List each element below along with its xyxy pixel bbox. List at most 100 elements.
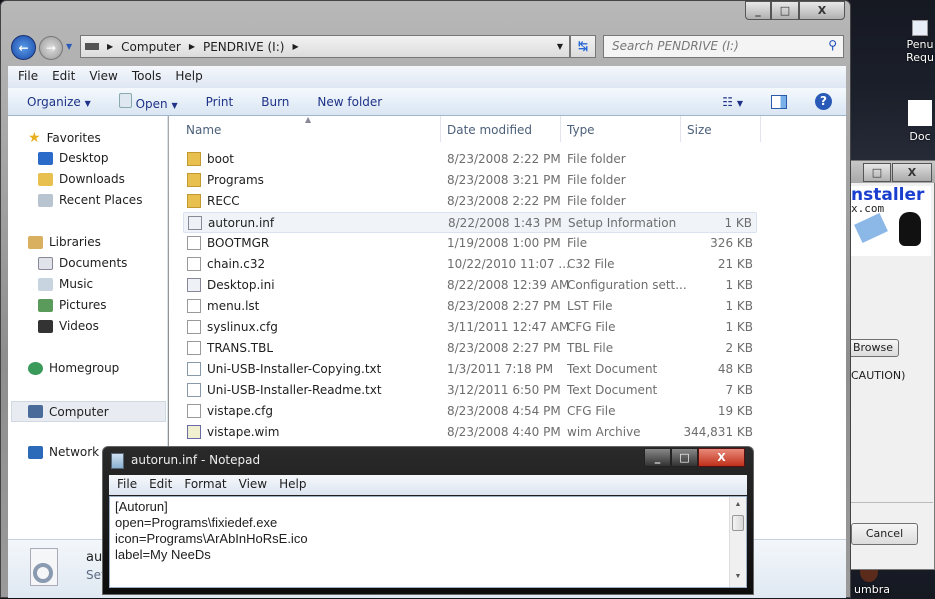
nav-music[interactable]: Music (38, 277, 93, 291)
close-button[interactable]: X (698, 448, 745, 467)
organize-button[interactable]: Organize ▼ (27, 95, 91, 109)
minimize-button[interactable]: _ (644, 448, 671, 467)
desktop-icon-label: umbra (854, 583, 890, 596)
text-editor[interactable]: [Autorun] open=Programs\fixiedef.exe ico… (109, 496, 747, 588)
menu-help[interactable]: Help (279, 477, 306, 493)
column-header-size[interactable]: Size (687, 123, 712, 137)
file-size: 344,831 KB (683, 425, 753, 439)
help-icon[interactable]: ? (815, 93, 832, 110)
maximize-button[interactable]: □ (863, 163, 891, 182)
file-name: Uni-USB-Installer-Copying.txt (207, 362, 382, 376)
nav-documents[interactable]: Documents (38, 256, 127, 270)
address-bar[interactable]: ▶ Computer ▶ PENDRIVE (I:) ▶ ▼ (80, 35, 570, 58)
forward-button[interactable]: → (39, 36, 63, 60)
scrollbar-thumb[interactable] (732, 515, 744, 531)
maximize-button[interactable]: □ (771, 1, 799, 20)
column-divider[interactable] (680, 116, 681, 142)
file-name: vistape.cfg (207, 404, 273, 418)
column-divider[interactable] (760, 116, 761, 142)
back-button[interactable]: ← (11, 35, 36, 60)
file-date: 10/22/2010 11:07 ... (447, 257, 570, 271)
file-date: 3/12/2011 6:50 PM (447, 383, 561, 397)
nav-label: Computer (49, 404, 109, 419)
file-row[interactable]: autorun.inf 8/22/2008 1:43 PM Setup Info… (183, 212, 757, 233)
column-header-name[interactable]: Name (186, 123, 221, 137)
scroll-up-icon[interactable]: ▲ (730, 497, 746, 513)
column-header-date[interactable]: Date modified (447, 123, 532, 137)
close-button[interactable]: X (799, 1, 845, 20)
menu-view[interactable]: View (89, 69, 117, 85)
nav-label: Homegroup (49, 361, 120, 375)
file-name: BOOTMGR (207, 236, 270, 250)
file-size: 326 KB (710, 236, 753, 250)
menu-tools[interactable]: Tools (132, 69, 162, 85)
file-row[interactable]: vistape.wim 8/23/2008 4:40 PM wim Archiv… (183, 422, 757, 443)
menu-view[interactable]: View (239, 477, 267, 493)
file-row[interactable]: Programs 8/23/2008 3:21 PM File folder (183, 170, 757, 191)
refresh-icon[interactable]: ↹ (570, 35, 596, 58)
text-line: label=My NeeDs (115, 547, 211, 562)
open-button[interactable]: Open ▼ (118, 92, 178, 111)
nav-libraries[interactable]: Libraries (28, 235, 101, 249)
file-row[interactable]: menu.lst 8/23/2008 2:27 PM LST File 1 KB (183, 296, 757, 317)
file-date: 8/23/2008 2:22 PM (447, 152, 561, 166)
menu-edit[interactable]: Edit (52, 69, 75, 85)
nav-label: Pictures (59, 298, 107, 312)
file-row[interactable]: syslinux.cfg 3/11/2011 12:47 AM CFG File… (183, 317, 757, 338)
close-button[interactable]: X (892, 163, 932, 182)
desktop-document[interactable]: Doc (905, 100, 935, 143)
burn-button[interactable]: Burn (261, 95, 289, 109)
nav-favorites[interactable]: ★ Favorites (28, 130, 101, 146)
file-row[interactable]: TRANS.TBL 8/23/2008 2:27 PM TBL File 2 K… (183, 338, 757, 359)
file-row[interactable]: BOOTMGR 1/19/2008 1:00 PM File 326 KB (183, 233, 757, 254)
nav-desktop[interactable]: Desktop (38, 151, 109, 165)
print-button[interactable]: Print (206, 95, 234, 109)
file-row[interactable]: Uni-USB-Installer-Readme.txt 3/12/2011 6… (183, 380, 757, 401)
menu-edit[interactable]: Edit (149, 477, 172, 493)
menu-file[interactable]: File (18, 69, 38, 85)
file-row[interactable]: RECC 8/23/2008 2:22 PM File folder (183, 191, 757, 212)
file-date: 8/22/2008 12:39 AM (447, 278, 570, 292)
recent-pages-dropdown[interactable]: ▼ (66, 42, 72, 51)
desktop-shortcut[interactable]: Penu Requ (905, 20, 935, 64)
nav-recent-places[interactable]: Recent Places (38, 193, 142, 207)
desktop-icon-label: Doc (909, 130, 931, 143)
file-row[interactable]: vistape.cfg 8/23/2008 4:54 PM CFG File 1… (183, 401, 757, 422)
file-row[interactable]: chain.c32 10/22/2010 11:07 ... C32 File … (183, 254, 757, 275)
file-row[interactable]: Uni-USB-Installer-Copying.txt 1/3/2011 7… (183, 359, 757, 380)
shortcut-icon (912, 20, 928, 36)
file-row[interactable]: Desktop.ini 8/22/2008 12:39 AM Configura… (183, 275, 757, 296)
nav-pictures[interactable]: Pictures (38, 298, 107, 312)
nav-videos[interactable]: Videos (38, 319, 99, 333)
menu-format[interactable]: Format (184, 477, 226, 493)
scroll-down-icon[interactable]: ▼ (730, 569, 746, 585)
nav-computer[interactable]: Computer (11, 401, 166, 422)
nav-network[interactable]: Network (28, 445, 99, 459)
address-dropdown[interactable]: ▼ (557, 42, 569, 51)
column-header-type[interactable]: Type (567, 123, 595, 137)
nav-homegroup[interactable]: Homegroup (28, 361, 119, 375)
folder-icon (187, 173, 201, 187)
change-view-button[interactable]: ☷ ▼ (722, 95, 743, 109)
search-icon[interactable]: ⚲ (828, 38, 837, 52)
nav-downloads[interactable]: Downloads (38, 172, 125, 186)
new-folder-button[interactable]: New folder (317, 95, 382, 109)
preview-pane-icon[interactable] (771, 94, 787, 109)
column-divider[interactable] (560, 116, 561, 142)
menu-file[interactable]: File (117, 477, 137, 493)
cancel-button[interactable]: Cancel (851, 523, 918, 545)
breadcrumb-pendrive[interactable]: PENDRIVE (I:) (203, 40, 284, 54)
browse-button[interactable]: Browse (847, 339, 899, 357)
installer-logo: nstaller x.com (851, 186, 931, 256)
minimize-button[interactable]: _ (745, 1, 771, 20)
breadcrumb-separator[interactable]: ▶ (292, 42, 298, 51)
column-divider[interactable] (440, 116, 441, 142)
file-row[interactable]: boot 8/23/2008 2:22 PM File folder (183, 149, 757, 170)
breadcrumb-computer[interactable]: Computer (121, 40, 181, 54)
maximize-button[interactable]: □ (671, 448, 698, 467)
file-type: Text Document (567, 362, 658, 376)
vertical-scrollbar[interactable]: ▲ ▼ (729, 497, 746, 587)
file-icon (187, 404, 201, 418)
menu-help[interactable]: Help (175, 69, 202, 85)
search-input[interactable]: Search PENDRIVE (I:) ⚲ (603, 35, 844, 58)
